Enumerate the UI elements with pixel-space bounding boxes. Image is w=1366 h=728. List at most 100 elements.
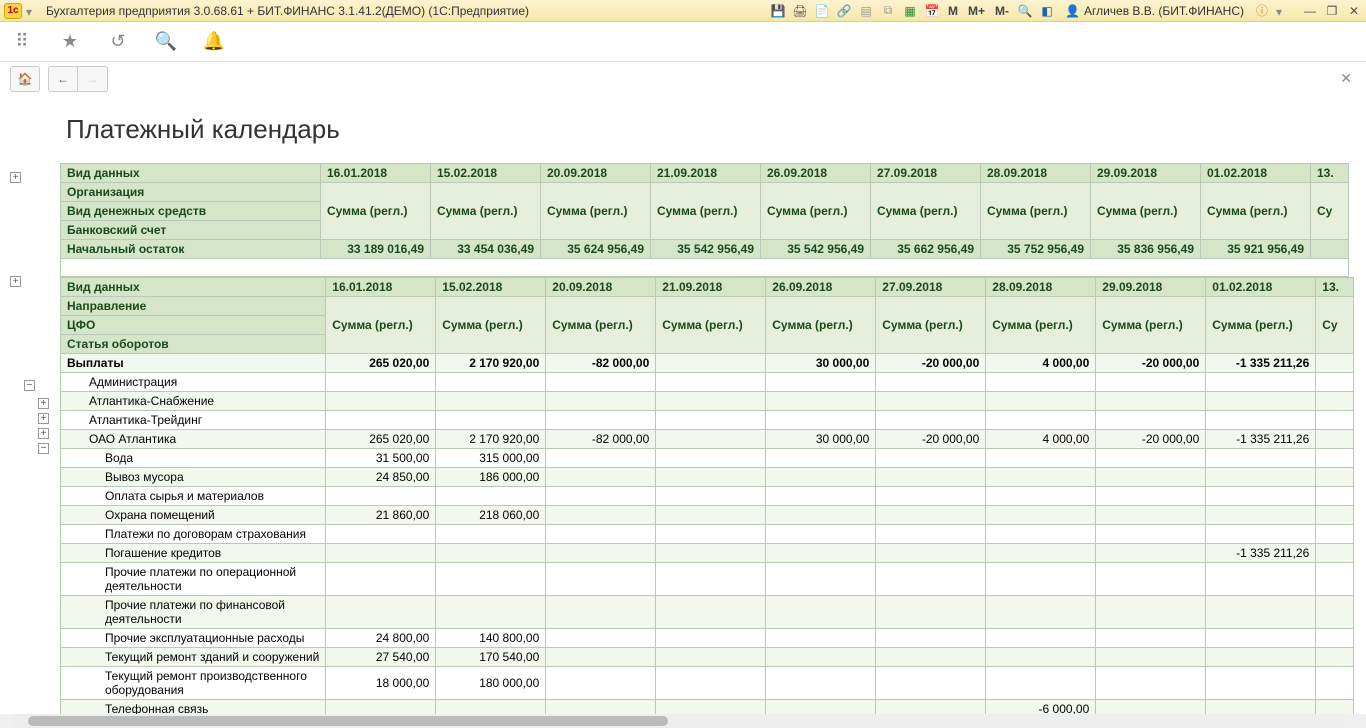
- table-row[interactable]: Оплата сырья и материалов: [61, 487, 1354, 506]
- calculator-icon[interactable]: ▦: [902, 3, 918, 19]
- cell-value: 315 000,00: [436, 449, 546, 468]
- history-icon[interactable]: ↺: [108, 32, 128, 52]
- cell-value: -1 335 211,26: [1206, 430, 1316, 449]
- cell-value: [1316, 525, 1354, 544]
- cell-value: [1096, 667, 1206, 700]
- table-row[interactable]: Текущий ремонт производственного оборудо…: [61, 667, 1354, 700]
- cell-value: [986, 667, 1096, 700]
- cell-value: 265 020,00: [326, 430, 436, 449]
- cell-value: [546, 544, 656, 563]
- cell-value: -6 000,00: [986, 700, 1096, 715]
- cell-value: [766, 392, 876, 411]
- h2-sum: Сумма (регл.): [1206, 297, 1316, 354]
- table-row[interactable]: ОАО Атлантика265 020,002 170 920,00-82 0…: [61, 430, 1354, 449]
- h2-sum: Сумма (регл.): [876, 297, 986, 354]
- save-icon[interactable]: 💾: [770, 3, 786, 19]
- table-row[interactable]: Вода31 500,00315 000,00: [61, 449, 1354, 468]
- table-row[interactable]: Платежи по договорам страхования: [61, 525, 1354, 544]
- cell-value: [1096, 629, 1206, 648]
- table-row[interactable]: Атлантика-Трейдинг: [61, 411, 1354, 430]
- cell-value: 2 170 920,00: [436, 354, 546, 373]
- forward-button[interactable]: →: [78, 66, 108, 92]
- table-row[interactable]: Прочие платежи по операционной деятельно…: [61, 563, 1354, 596]
- collapse-toggle[interactable]: −: [24, 380, 35, 391]
- search-icon[interactable]: 🔍: [156, 32, 176, 52]
- table-row[interactable]: Атлантика-Снабжение: [61, 392, 1354, 411]
- cell-value: 30 000,00: [766, 430, 876, 449]
- table-row[interactable]: Охрана помещений21 860,00218 060,00: [61, 506, 1354, 525]
- back-button[interactable]: ←: [48, 66, 78, 92]
- info-dropdown-icon[interactable]: ▾: [1276, 5, 1288, 17]
- start-balance: 35 624 956,49: [541, 240, 651, 259]
- cell-value: [1206, 392, 1316, 411]
- scrollbar-thumb[interactable]: [28, 716, 668, 726]
- expand-toggle[interactable]: +: [38, 428, 49, 439]
- h1-label-3: Банковский счет: [61, 221, 321, 240]
- navbar: 🏠 ← → ✕: [0, 62, 1366, 96]
- table-row[interactable]: Телефонная связь-6 000,00: [61, 700, 1354, 715]
- row-label: Прочие эксплуатационные расходы: [61, 629, 326, 648]
- mplus-button[interactable]: M+: [966, 4, 987, 18]
- h1-date: 26.09.2018: [761, 164, 871, 183]
- info-icon[interactable]: ⓘ: [1254, 3, 1270, 19]
- cell-value: [876, 506, 986, 525]
- print-icon[interactable]: 🖨: [792, 3, 808, 19]
- cell-value: [766, 487, 876, 506]
- h1-sum: Сумма (регл.): [761, 183, 871, 240]
- h2-sum: Сумма (регл.): [436, 297, 546, 354]
- expand-toggle[interactable]: +: [10, 276, 21, 287]
- cell-value: [546, 392, 656, 411]
- expand-toggle[interactable]: +: [10, 172, 21, 183]
- expand-toggle[interactable]: +: [38, 413, 49, 424]
- compare-icon[interactable]: ▤: [858, 3, 874, 19]
- start-balance: [1311, 240, 1349, 259]
- table-row[interactable]: Администрация: [61, 373, 1354, 392]
- maximize-button[interactable]: ❐: [1324, 4, 1340, 18]
- cell-value: [656, 700, 766, 715]
- table-row[interactable]: Прочие эксплуатационные расходы24 800,00…: [61, 629, 1354, 648]
- cell-value: [436, 373, 546, 392]
- table-row[interactable]: Текущий ремонт зданий и сооружений27 540…: [61, 648, 1354, 667]
- home-button[interactable]: 🏠: [10, 66, 40, 92]
- collapse-toggle[interactable]: −: [38, 443, 49, 454]
- expand-toggle[interactable]: +: [38, 398, 49, 409]
- notifications-icon[interactable]: 🔔: [204, 32, 224, 52]
- panels-icon[interactable]: ◧: [1039, 3, 1055, 19]
- cell-value: [1206, 468, 1316, 487]
- apps-icon[interactable]: ⠿: [12, 32, 32, 52]
- tab-close-icon[interactable]: ✕: [1340, 70, 1352, 87]
- calendar-icon[interactable]: 📅: [924, 3, 940, 19]
- zoom-icon[interactable]: 🔍: [1017, 3, 1033, 19]
- cell-value: [986, 544, 1096, 563]
- user-block[interactable]: 👤 Агличев В.В. (БИТ.ФИНАНС): [1061, 4, 1248, 18]
- table-row[interactable]: Выплаты265 020,002 170 920,00-82 000,003…: [61, 354, 1354, 373]
- h2-date: 16.01.2018: [326, 278, 436, 297]
- table-row[interactable]: Вывоз мусора24 850,00186 000,00: [61, 468, 1354, 487]
- document-icon[interactable]: 📄: [814, 3, 830, 19]
- cell-value: [546, 648, 656, 667]
- minimize-button[interactable]: —: [1302, 4, 1318, 18]
- title-dropdown-icon[interactable]: ▾: [26, 5, 38, 17]
- m-button[interactable]: M: [946, 4, 960, 18]
- h2-date: 28.09.2018: [986, 278, 1096, 297]
- content-area: + + − + + + − Платежный календарь Вид да…: [0, 96, 1366, 714]
- mminus-button[interactable]: M-: [993, 4, 1011, 18]
- h1-sum: Сумма (регл.): [431, 183, 541, 240]
- favorites-icon[interactable]: ★: [60, 32, 80, 52]
- close-button[interactable]: ✕: [1346, 4, 1362, 18]
- cell-value: [986, 487, 1096, 506]
- cell-value: [326, 544, 436, 563]
- cell-value: [1096, 411, 1206, 430]
- horizontal-scrollbar[interactable]: [10, 714, 1346, 728]
- cell-value: [1206, 449, 1316, 468]
- copy-icon[interactable]: ⧉: [880, 3, 896, 19]
- start-balance: 33 454 036,49: [431, 240, 541, 259]
- cell-value: [986, 449, 1096, 468]
- table-row[interactable]: Погашение кредитов-1 335 211,26: [61, 544, 1354, 563]
- h1-date: 28.09.2018: [981, 164, 1091, 183]
- link-icon[interactable]: 🔗: [836, 3, 852, 19]
- cell-value: 218 060,00: [436, 506, 546, 525]
- h1-sum: Сумма (регл.): [871, 183, 981, 240]
- cell-value: [546, 596, 656, 629]
- table-row[interactable]: Прочие платежи по финансовой деятельност…: [61, 596, 1354, 629]
